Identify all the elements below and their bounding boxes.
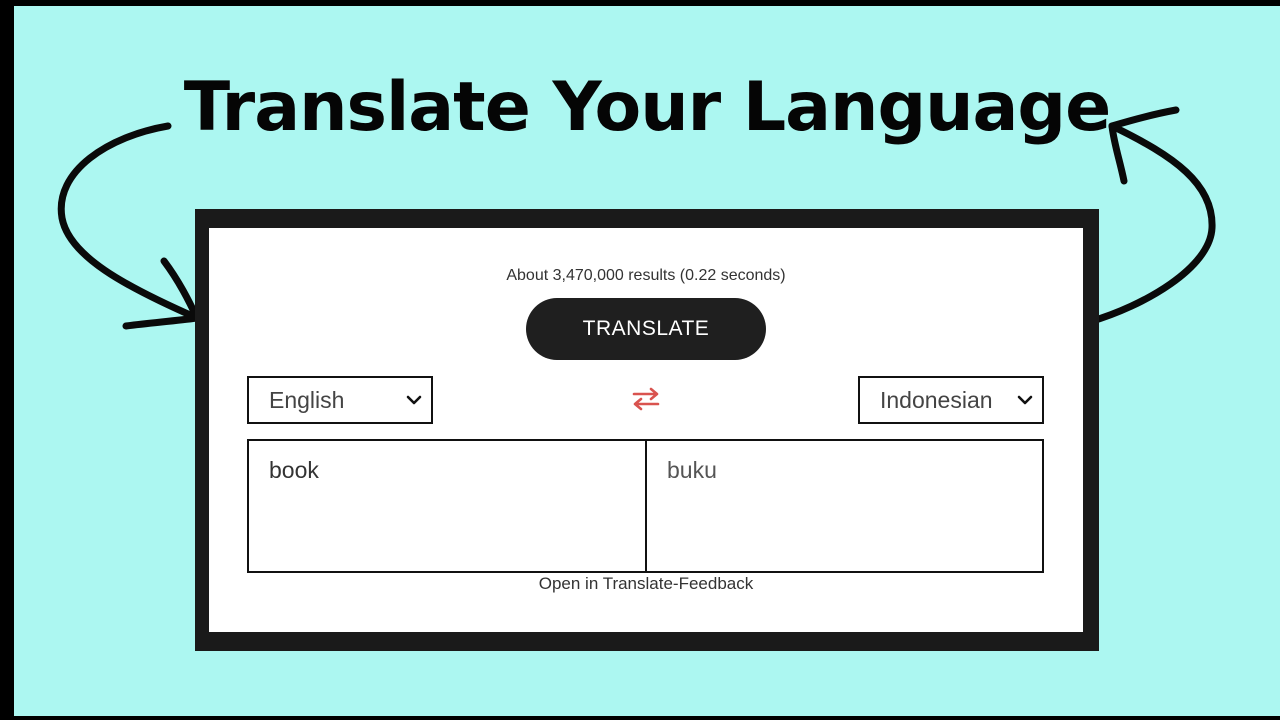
source-language-select[interactable]: English — [247, 376, 433, 424]
chevron-down-icon — [406, 395, 422, 405]
left-curved-arrow-icon — [57, 122, 201, 322]
source-text-input[interactable]: book — [247, 439, 647, 573]
target-language-select[interactable]: Indonesian — [858, 376, 1044, 424]
target-language-label: Indonesian — [880, 386, 993, 413]
translate-button[interactable]: TRANSLATE — [526, 298, 766, 360]
translated-text-output: buku — [645, 439, 1044, 573]
source-language-label: English — [269, 386, 345, 413]
chevron-down-icon — [1017, 395, 1033, 405]
swap-arrows-icon[interactable] — [631, 387, 661, 411]
translator-card: About 3,470,000 results (0.22 seconds) T… — [195, 209, 1099, 651]
results-count: About 3,470,000 results (0.22 seconds) — [506, 267, 786, 284]
open-in-translate-link[interactable]: Open in Translate-Feedback — [209, 574, 1083, 594]
left-arrow-head-icon — [122, 257, 201, 330]
thumbnail-canvas: Translate Your Language About 3,470,000 … — [14, 6, 1280, 716]
translator-panel: About 3,470,000 results (0.22 seconds) T… — [209, 228, 1083, 632]
right-curved-arrow-icon — [1085, 122, 1216, 326]
